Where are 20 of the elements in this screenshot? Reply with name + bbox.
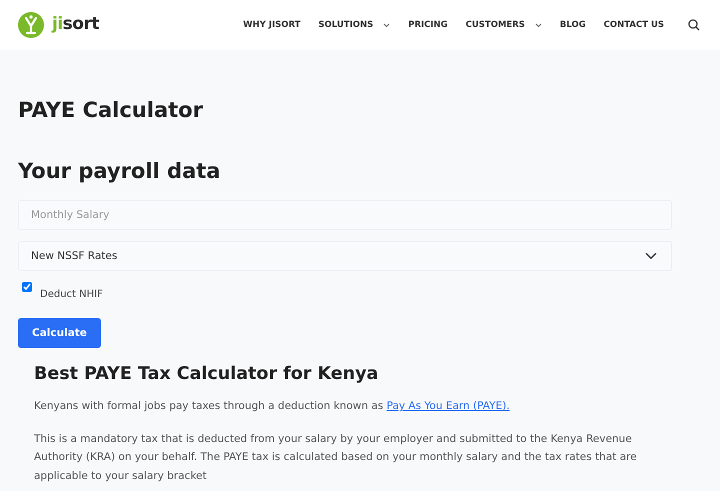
nav-link[interactable]: WHY JISORT (243, 18, 300, 32)
search-icon[interactable] (688, 19, 700, 31)
nssf-select[interactable]: New NSSF Rates (18, 241, 672, 272)
paragraph: This is a mandatory tax that is deducted from your salary by your employer and submitted to the Kenya Revenue Authority (KRA) on your behalf. The PAYE tax is calculated based on your monthly salary and the tax rates that are applicable to your salary bracket (34, 432, 638, 484)
nhif-checkbox[interactable] (22, 282, 32, 292)
nav-link[interactable]: PRICING (408, 18, 448, 32)
page-title: PAYE Calculator (18, 98, 204, 124)
nav-link[interactable]: CUSTOMERS (466, 18, 542, 32)
calculate-button[interactable]: Calculate (18, 318, 101, 348)
text-link[interactable]: Pay As You Earn (PAYE). (386, 400, 510, 412)
nav-link[interactable]: CONTACT US (604, 18, 664, 32)
checkbox-label: Deduct NHIF (40, 288, 103, 302)
nav-link[interactable]: SOLUTIONS (318, 18, 390, 32)
nav-link[interactable]: BLOG (560, 18, 586, 32)
section-title: Your payroll data (18, 159, 222, 184)
logo-icon (18, 12, 44, 38)
logo-text[interactable]: jisort (52, 12, 99, 38)
article-heading: Best PAYE Tax Calculator for Kenya (34, 364, 380, 386)
paragraph: Kenyans with formal jobs pay taxes through a deduction known as Pay As You Earn (PAYE). (34, 399, 511, 414)
salary-field[interactable]: Monthly Salary (18, 200, 672, 230)
